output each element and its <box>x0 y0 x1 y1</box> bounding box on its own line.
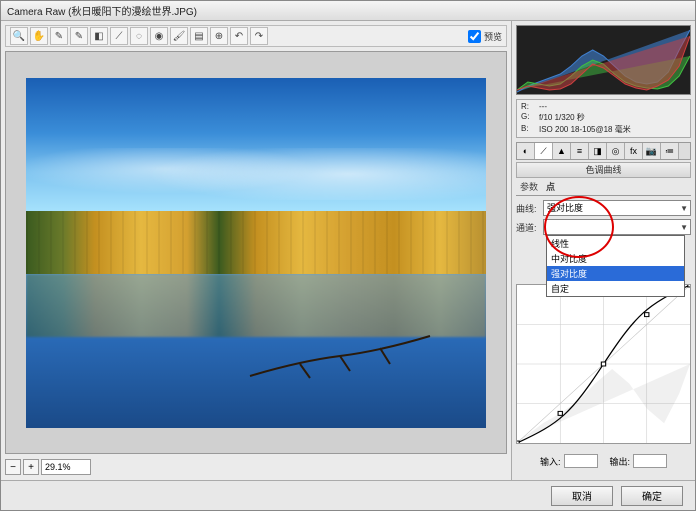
straighten-icon[interactable]: ⟋ <box>110 27 128 45</box>
tone-curve-chart[interactable] <box>516 284 691 444</box>
metadata-readout: R:--- G:f/10 1/320 秒 B:ISO 200 18-105@18… <box>516 99 691 138</box>
zoom-icon[interactable]: 🔍 <box>10 27 28 45</box>
graduated-filter-icon[interactable]: ▤ <box>190 27 208 45</box>
color-sampler-icon[interactable]: ✎ <box>70 27 88 45</box>
channel-select-label: 通道: <box>516 221 540 234</box>
curve-select[interactable]: 强对比度 <box>543 200 691 216</box>
camera-raw-window: Camera Raw (秋日暖阳下的漫绘世界.JPG) 🔍 ✋ ✎ ✎ ◧ ⟋ … <box>0 0 696 511</box>
dropdown-item-linear[interactable]: 线性 <box>547 236 684 251</box>
toolbar: 🔍 ✋ ✎ ✎ ◧ ⟋ ◌ ◉ 🖌 ▤ ⊕ ↶ ↷ 预览 <box>5 25 507 47</box>
preview-label: 预览 <box>484 30 502 43</box>
tab-basic-icon[interactable]: ◐ <box>517 143 535 159</box>
ok-button[interactable]: 确定 <box>621 486 683 506</box>
adjustment-brush-icon[interactable]: 🖌 <box>170 27 188 45</box>
channel-select[interactable] <box>543 219 691 235</box>
panel-tab-strip: ◐ ⟋ ▲ ≡ ◨ ◎ fx 📷 ≔ <box>516 142 691 160</box>
zoom-in-button[interactable]: + <box>23 459 39 475</box>
tab-preset-icon[interactable]: ≔ <box>661 143 679 159</box>
rotate-left-icon[interactable]: ↶ <box>230 27 248 45</box>
dropdown-item-medium[interactable]: 中对比度 <box>547 251 684 266</box>
tab-fx-icon[interactable]: fx <box>625 143 643 159</box>
dropdown-item-strong[interactable]: 强对比度 <box>547 266 684 281</box>
left-pane: 🔍 ✋ ✎ ✎ ◧ ⟋ ◌ ◉ 🖌 ▤ ⊕ ↶ ↷ 预览 <box>1 21 511 480</box>
curve-output-field[interactable] <box>633 454 667 468</box>
meta-exposure: f/10 1/320 秒 <box>539 112 686 123</box>
curve-controls: 曲线: 强对比度 通道: 线性 中对比度 强对比度 自定 <box>516 200 691 238</box>
zoom-out-button[interactable]: − <box>5 459 21 475</box>
dropdown-item-custom[interactable]: 自定 <box>547 281 684 296</box>
crop-icon[interactable]: ◧ <box>90 27 108 45</box>
tab-camera-icon[interactable]: 📷 <box>643 143 661 159</box>
meta-iso: ISO 200 18-105@18 毫米 <box>539 124 686 135</box>
redeye-icon[interactable]: ◉ <box>150 27 168 45</box>
curve-io-readout: 输入: 输出: <box>520 454 687 468</box>
right-pane: R:--- G:f/10 1/320 秒 B:ISO 200 18-105@18… <box>511 21 695 480</box>
image-preview-area[interactable] <box>5 51 507 454</box>
curve-subtabs: 参数 点 <box>516 180 691 196</box>
meta-g-label: G: <box>521 112 539 123</box>
curve-input-field[interactable] <box>564 454 598 468</box>
cancel-button[interactable]: 取消 <box>551 486 613 506</box>
meta-line1: --- <box>539 102 686 111</box>
curve-select-label: 曲线: <box>516 202 540 215</box>
meta-r-label: R: <box>521 102 539 111</box>
tab-lens-icon[interactable]: ◎ <box>607 143 625 159</box>
work-area: 🔍 ✋ ✎ ✎ ◧ ⟋ ◌ ◉ 🖌 ▤ ⊕ ↶ ↷ 预览 <box>1 21 695 480</box>
output-label: 输出: <box>610 455 631 468</box>
targeted-adjust-icon[interactable]: ⊕ <box>210 27 228 45</box>
subtab-parametric[interactable]: 参数 <box>520 180 538 195</box>
subtab-point[interactable]: 点 <box>546 180 555 195</box>
input-label: 输入: <box>540 455 561 468</box>
meta-b-label: B: <box>521 124 539 135</box>
hand-icon[interactable]: ✋ <box>30 27 48 45</box>
panel-title: 色调曲线 <box>516 162 691 178</box>
preview-toggle[interactable]: 预览 <box>468 30 502 43</box>
spot-removal-icon[interactable]: ◌ <box>130 27 148 45</box>
curve-dropdown-open: 线性 中对比度 强对比度 自定 <box>546 235 685 297</box>
zoom-control: − + 29.1% <box>5 458 507 476</box>
photo-preview <box>26 78 486 428</box>
tab-detail-icon[interactable]: ▲ <box>553 143 571 159</box>
preview-checkbox[interactable] <box>468 30 481 43</box>
zoom-value[interactable]: 29.1% <box>41 459 91 475</box>
eyedropper-icon[interactable]: ✎ <box>50 27 68 45</box>
window-title: Camera Raw (秋日暖阳下的漫绘世界.JPG) <box>7 3 197 18</box>
tab-split-icon[interactable]: ◨ <box>589 143 607 159</box>
tab-hsl-icon[interactable]: ≡ <box>571 143 589 159</box>
rotate-right-icon[interactable]: ↷ <box>250 27 268 45</box>
title-bar: Camera Raw (秋日暖阳下的漫绘世界.JPG) <box>1 1 695 21</box>
histogram-chart[interactable] <box>516 25 691 95</box>
tab-curve-icon[interactable]: ⟋ <box>535 143 553 159</box>
dialog-footer: 取消 确定 <box>1 480 695 510</box>
